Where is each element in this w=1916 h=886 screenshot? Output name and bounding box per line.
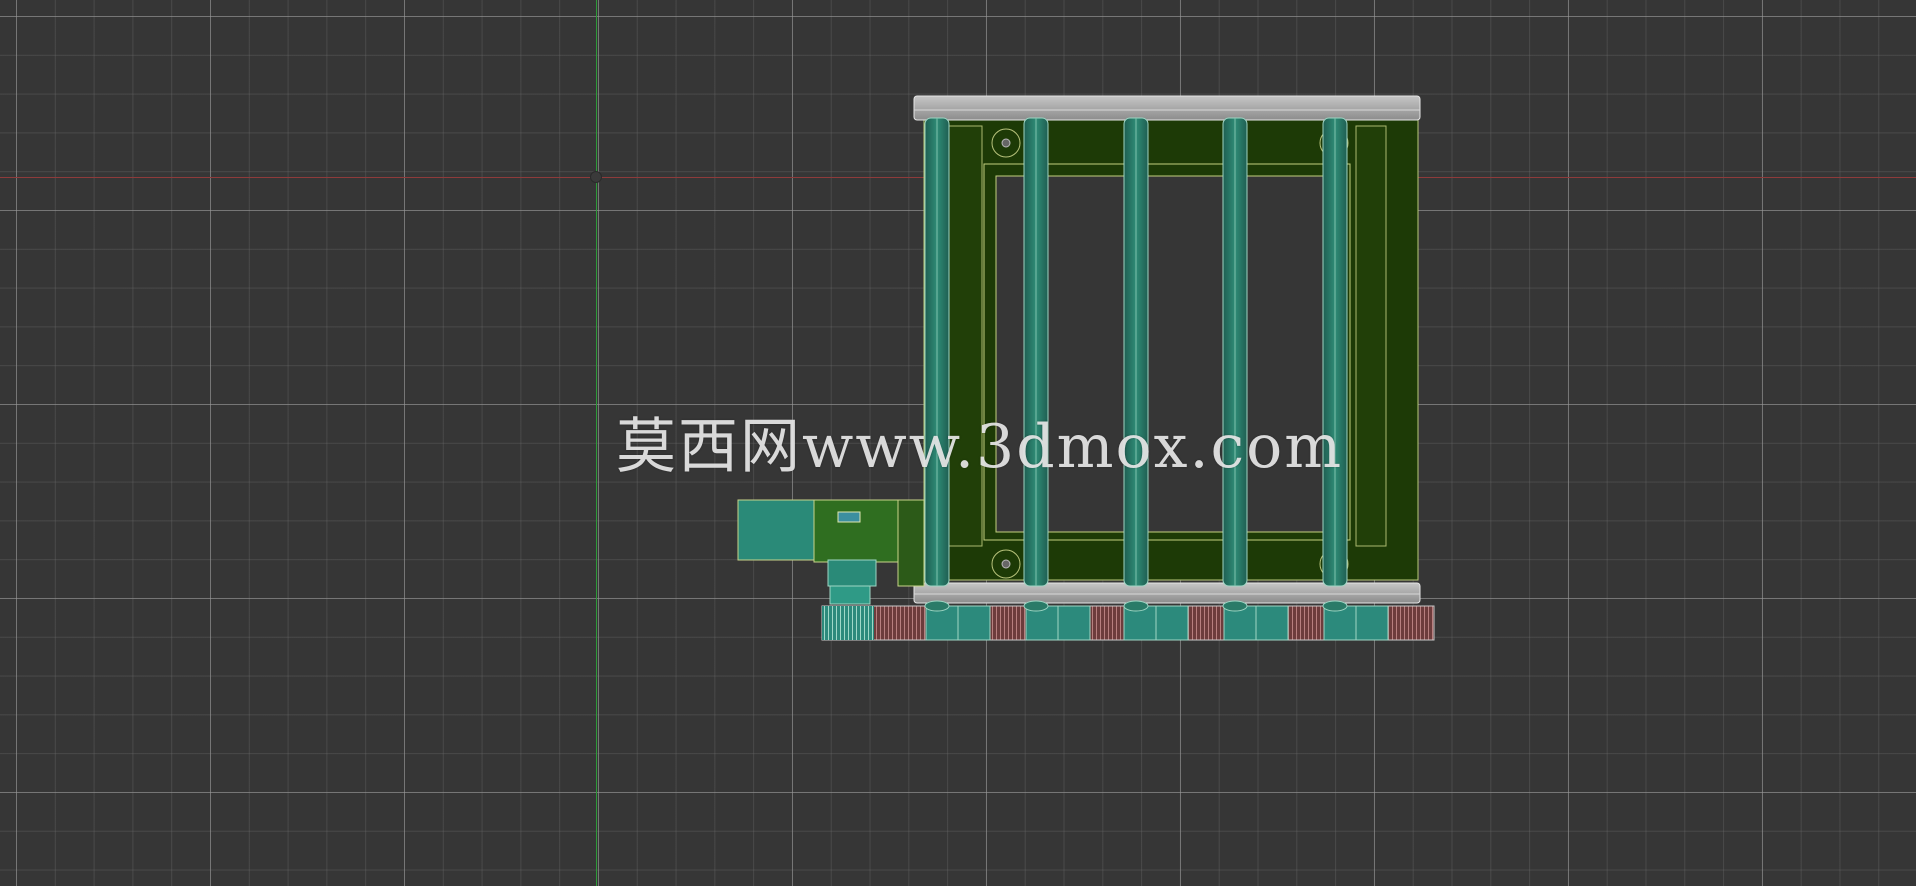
- bar: [1123, 117, 1149, 587]
- watermark-text: 莫西网www.3dmox.com: [616, 412, 1344, 482]
- base-strip: [821, 600, 1435, 641]
- bar: [1222, 117, 1248, 587]
- top-rail: [913, 95, 1421, 121]
- bottom-rail: [913, 582, 1421, 604]
- bar: [1322, 117, 1348, 587]
- 3d-viewport[interactable]: 莫西网www.3dmox.com: [0, 0, 1916, 886]
- lock-assembly: [737, 499, 925, 605]
- bar: [924, 117, 950, 587]
- bar: [1023, 117, 1049, 587]
